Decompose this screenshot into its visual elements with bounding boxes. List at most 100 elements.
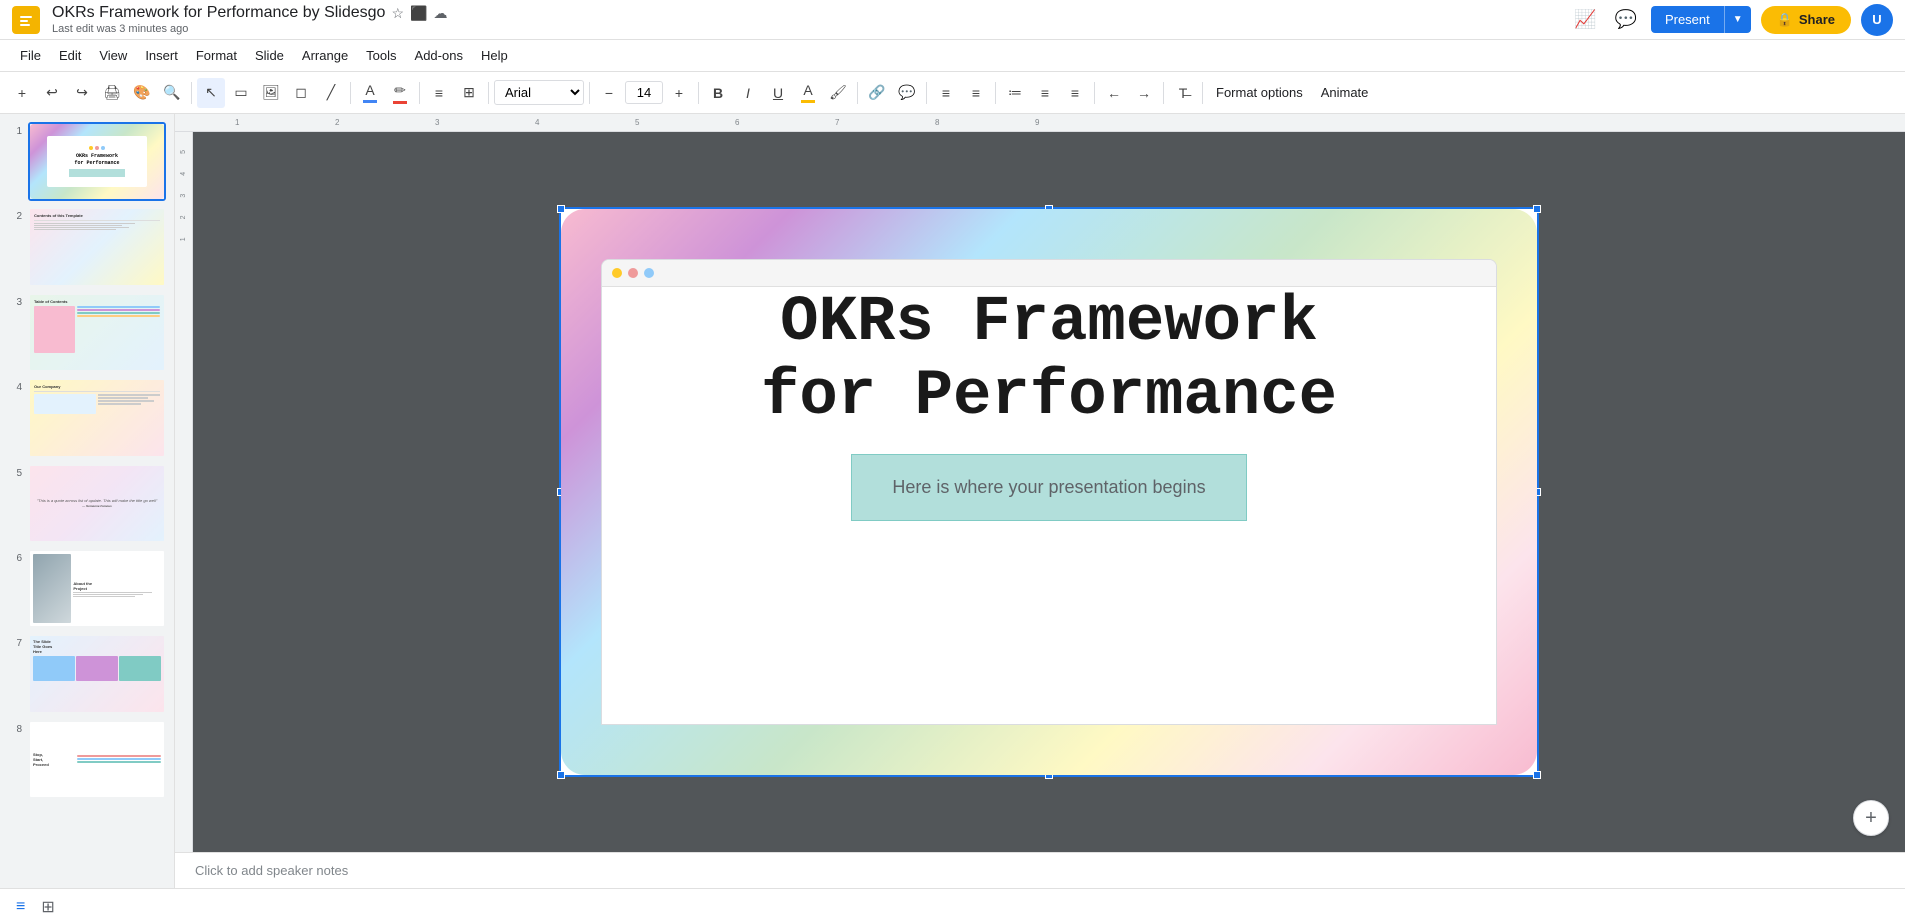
present-dropdown-button[interactable]: ▼ xyxy=(1724,6,1751,33)
share-button[interactable]: 🔒 Share xyxy=(1761,6,1851,34)
slide-8-thumb[interactable]: Stop,Start,Proceed xyxy=(28,720,166,799)
slide-panel: 1 OKRs Frameworkfor Performance xyxy=(0,114,175,888)
slide-subtitle-box[interactable]: Here is where your presentation begins xyxy=(851,454,1246,521)
font-size-increase[interactable]: + xyxy=(665,78,693,108)
menu-edit[interactable]: Edit xyxy=(51,44,89,67)
menu-help[interactable]: Help xyxy=(473,44,516,67)
avatar[interactable]: U xyxy=(1861,4,1893,36)
slide-6-number: 6 xyxy=(8,549,22,564)
indent-more-button[interactable]: → xyxy=(1130,78,1158,108)
cursor-button[interactable]: ↖ xyxy=(197,78,225,108)
slide-1-thumb[interactable]: OKRs Frameworkfor Performance xyxy=(28,122,166,201)
add-button[interactable]: + xyxy=(8,78,36,108)
browser-dot-yellow xyxy=(612,268,622,278)
main-content: 1 OKRs Frameworkfor Performance xyxy=(0,114,1905,888)
text-box-button[interactable]: ▭ xyxy=(227,78,255,108)
fill-color-button[interactable]: A xyxy=(356,78,384,108)
menu-file[interactable]: File xyxy=(12,44,49,67)
slide-2-thumb[interactable]: Contents of this Template xyxy=(28,207,166,286)
image-button[interactable]: 🖼 xyxy=(257,78,285,108)
slide-main-title[interactable]: OKRs Framework for Performance xyxy=(721,287,1377,434)
redo-button[interactable]: ↪ xyxy=(68,78,96,108)
border-color-button[interactable]: ✏ xyxy=(386,78,414,108)
list-view-button[interactable]: ≡ xyxy=(12,894,29,920)
clear-format-button[interactable]: T̶ xyxy=(1169,78,1197,108)
menu-bar: File Edit View Insert Format Slide Arran… xyxy=(0,40,1905,72)
present-button[interactable]: Present xyxy=(1651,6,1724,33)
slide-5-thumb[interactable]: "This is a quote across list of update. … xyxy=(28,464,166,543)
slide-2-number: 2 xyxy=(8,207,22,222)
align-left-button[interactable]: ≡ xyxy=(932,78,960,108)
handle-tr[interactable] xyxy=(1533,205,1541,213)
numbered-list-button[interactable]: ≔ xyxy=(1001,78,1029,108)
slide-3-container: 3 Table of Contents xyxy=(8,293,166,372)
slide-7-thumb[interactable]: The SlideTitle GoesHere xyxy=(28,634,166,713)
star-icon[interactable]: ☆ xyxy=(391,5,404,22)
font-size-decrease[interactable]: − xyxy=(595,78,623,108)
italic-button[interactable]: I xyxy=(734,78,762,108)
align-button[interactable]: ≡ xyxy=(425,78,453,108)
menu-slide[interactable]: Slide xyxy=(247,44,292,67)
grid-view-button[interactable]: ⊞ xyxy=(37,893,58,921)
bottom-toolbar: ≡ ⊞ xyxy=(0,888,1905,924)
notes-bar[interactable]: Click to add speaker notes xyxy=(175,852,1905,888)
cloud-icon[interactable]: ☁ xyxy=(433,5,447,22)
save-icon[interactable]: ⬛ xyxy=(410,5,427,22)
format-options-button[interactable]: Format options xyxy=(1208,80,1311,105)
menu-format[interactable]: Format xyxy=(188,44,245,67)
indent-less-button[interactable]: ← xyxy=(1100,78,1128,108)
notes-placeholder: Click to add speaker notes xyxy=(195,863,348,878)
shape-button[interactable]: ◻ xyxy=(287,78,315,108)
indent-list-button[interactable]: ≡ xyxy=(1061,78,1089,108)
comment-button[interactable]: 💬 xyxy=(893,78,921,108)
browser-chrome xyxy=(602,260,1496,287)
last-edit: Last edit was 3 minutes ago xyxy=(52,23,188,35)
zoom-button[interactable]: 🔍 xyxy=(158,78,186,108)
slide-canvas[interactable]: OKRs Framework for Performance Here is w… xyxy=(559,207,1539,777)
bold-button[interactable]: B xyxy=(704,78,732,108)
font-family-select[interactable]: Arial xyxy=(494,80,584,105)
zoom-add-button[interactable]: + xyxy=(1853,800,1889,836)
app-logo xyxy=(12,6,40,34)
undo-button[interactable]: ↩ xyxy=(38,78,66,108)
slide-background: OKRs Framework for Performance Here is w… xyxy=(561,209,1537,775)
align-center-button[interactable]: ≡ xyxy=(962,78,990,108)
menu-addons[interactable]: Add-ons xyxy=(407,44,471,67)
menu-tools[interactable]: Tools xyxy=(358,44,404,67)
slide-3-thumb[interactable]: Table of Contents xyxy=(28,293,166,372)
slide-5-container: 5 "This is a quote across list of update… xyxy=(8,464,166,543)
slide-6-container: 6 About theProject xyxy=(8,549,166,628)
comments-icon[interactable]: 💬 xyxy=(1611,5,1641,34)
menu-view[interactable]: View xyxy=(91,44,135,67)
canvas-scroll[interactable]: OKRs Framework for Performance Here is w… xyxy=(193,132,1905,852)
title-area: OKRs Framework for Performance by Slides… xyxy=(52,4,447,35)
handle-tl[interactable] xyxy=(557,205,565,213)
highlight-button[interactable]: 🖌 xyxy=(824,78,852,108)
slide-4-thumb[interactable]: Our Company xyxy=(28,378,166,457)
menu-insert[interactable]: Insert xyxy=(137,44,186,67)
handle-br[interactable] xyxy=(1533,771,1541,779)
lock-icon: 🔒 xyxy=(1777,12,1793,28)
placeholder-button[interactable]: ⊞ xyxy=(455,78,483,108)
present-button-group: Present ▼ xyxy=(1651,6,1751,33)
print-button[interactable]: 🖨 xyxy=(98,78,126,108)
slide-1-container: 1 OKRs Frameworkfor Performance xyxy=(8,122,166,201)
underline-button[interactable]: U xyxy=(764,78,792,108)
slide-8-container: 8 Stop,Start,Proceed xyxy=(8,720,166,799)
title-bar: OKRs Framework for Performance by Slides… xyxy=(0,0,1905,40)
link-button[interactable]: 🔗 xyxy=(863,78,891,108)
separator-8 xyxy=(926,82,927,104)
paint-format-button[interactable]: 🎨 xyxy=(128,78,156,108)
analytics-icon[interactable]: 📈 xyxy=(1570,5,1600,34)
separator-2 xyxy=(350,82,351,104)
handle-bl[interactable] xyxy=(557,771,565,779)
animate-button[interactable]: Animate xyxy=(1313,80,1377,105)
bullet-list-button[interactable]: ≡ xyxy=(1031,78,1059,108)
slide-6-thumb[interactable]: About theProject xyxy=(28,549,166,628)
browser-content[interactable]: OKRs Framework for Performance Here is w… xyxy=(602,287,1496,521)
line-button[interactable]: ╱ xyxy=(317,78,345,108)
menu-arrange[interactable]: Arrange xyxy=(294,44,356,67)
font-size-input[interactable] xyxy=(625,81,663,104)
text-color-button[interactable]: A xyxy=(794,78,822,108)
canvas-area: 1 2 3 4 5 6 7 8 9 1 2 3 4 5 xyxy=(175,114,1905,888)
